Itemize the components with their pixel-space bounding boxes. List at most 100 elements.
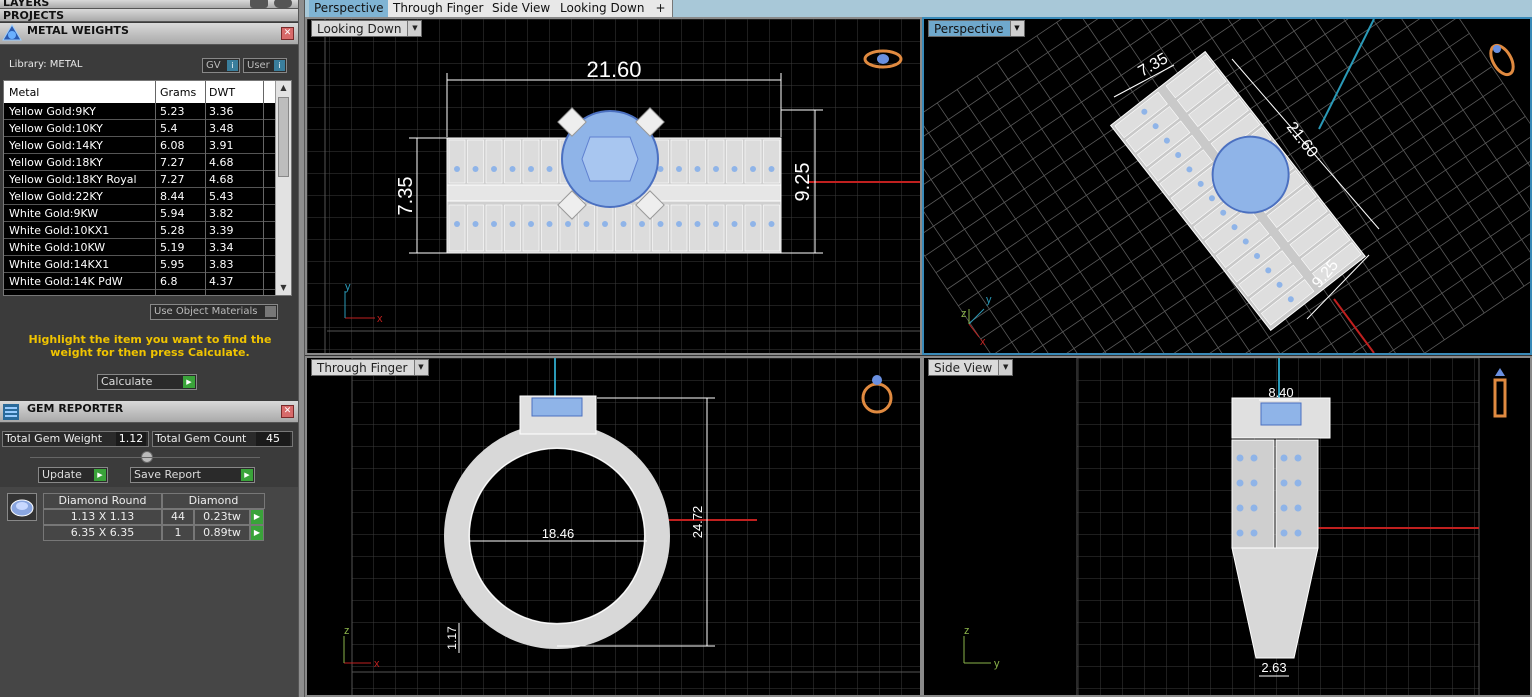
table-cell-metal: Yellow Gold:14KY [9, 139, 103, 152]
info-icon: i [227, 60, 238, 71]
viewport-menu-side-view[interactable]: Side View ▼ [928, 359, 1014, 376]
viewport-menu-perspective[interactable]: Perspective ▼ [928, 20, 1025, 37]
table-row[interactable]: White Gold:14K PdW 6.8 4.37 [4, 273, 276, 290]
viewport-side-view[interactable]: 8.40 2.63 y z Side View ▼ [922, 356, 1532, 697]
play-icon: ▶ [94, 469, 106, 481]
table-cell-grams: 8.44 [160, 190, 185, 203]
left-panel: LAYERS PROJECTS METAL WEIGHTS ✕ Library:… [0, 0, 298, 697]
viewport-perspective[interactable]: 7.35 21.60 9.25 y x z Perspective ▼ [922, 17, 1532, 355]
gem-reporter-icon [2, 403, 20, 421]
scroll-down-icon[interactable]: ▼ [276, 281, 291, 295]
dim-height-label: 24.72 [690, 506, 705, 539]
close-icon[interactable]: ✕ [281, 27, 294, 40]
dim-shank-label: 1.17 [445, 626, 459, 650]
gem-cell-count: 44 [162, 509, 194, 525]
table-cell-grams: 5.95 [160, 258, 185, 271]
gem-cell-weight: 0.23tw [194, 509, 250, 525]
table-cell-dwt: 3.91 [209, 139, 234, 152]
table-row[interactable]: White Gold:14KX1 5.95 3.83 [4, 256, 276, 273]
tab-through-finger[interactable]: Through Finger [388, 0, 490, 17]
camera-icon[interactable] [250, 0, 268, 8]
column-divider [155, 81, 156, 295]
column-header[interactable]: Grams [160, 86, 196, 99]
splitter-line [30, 457, 260, 458]
table-row[interactable]: White Gold:10KX1 5.28 3.39 [4, 222, 276, 239]
dim-left-label: 7.35 [395, 177, 417, 216]
use-object-materials-toggle[interactable]: Use Object Materials [150, 304, 278, 320]
table-cell-dwt: 3.83 [209, 258, 234, 271]
viewport-looking-down[interactable]: 21.60 7.35 9.25 x y Looking Down ▼ [305, 17, 922, 355]
axis-z-label: z [964, 625, 970, 637]
table-cell-dwt: 4.37 [209, 275, 234, 288]
table-cell-metal: Yellow Gold:9KY [9, 105, 96, 118]
metal-weights-icon [2, 24, 22, 44]
viewport-menu-looking-down[interactable]: Looking Down ▼ [311, 20, 423, 37]
play-icon: ▶ [183, 376, 195, 388]
ring-preview-icon[interactable] [1493, 368, 1507, 418]
table-cell-dwt: 3.82 [209, 207, 234, 220]
view-tab-bar: Perspective Through Finger Side View Loo… [305, 0, 1532, 17]
table-cell-grams: 5.94 [160, 207, 185, 220]
user-label: User [247, 60, 270, 71]
tab-looking-down[interactable]: Looking Down [555, 0, 651, 17]
dim-bottom-label: 2.63 [1261, 660, 1286, 675]
axis-x-label: x [377, 313, 383, 325]
play-icon: ▶ [241, 469, 253, 481]
table-row[interactable]: Yellow Gold:10KY 5.4 3.48 [4, 120, 276, 137]
metal-table[interactable]: Metal Grams DWT Yellow Gold:9KY 5.23 3.36 Y… [3, 80, 292, 296]
gem-list: Diamond Round Diamond 1.13 X 1.13 44 0.23t… [0, 487, 298, 697]
table-row[interactable]: Yellow Gold:18KY Royal 7.27 4.68 [4, 171, 276, 188]
gem-cell-count: 1 [162, 525, 194, 541]
table-cell-dwt: 3.48 [209, 122, 234, 135]
table-cell-metal: Yellow Gold:18KY [9, 156, 103, 169]
column-header[interactable]: Metal [9, 86, 39, 99]
table-row[interactable]: White Gold:9KW 5.94 3.82 [4, 205, 276, 222]
table-cell-grams: 6.08 [160, 139, 185, 152]
total-gem-weight-value: 1.12 [116, 432, 146, 446]
calculate-button[interactable]: Calculate ▶ [97, 374, 197, 390]
layers-title: LAYERS [3, 0, 50, 9]
dim-right-label: 9.25 [792, 163, 814, 202]
gem-go-button[interactable]: ▶ [250, 509, 264, 525]
add-tab-icon[interactable]: + [649, 0, 673, 17]
vertical-scrollbar[interactable]: ▲ ▼ [275, 81, 291, 295]
table-cell-metal: White Gold:9KW [9, 207, 99, 220]
user-toggle[interactable]: User i [243, 58, 287, 73]
projects-header[interactable]: PROJECTS [0, 9, 298, 22]
gem-header-cut: Diamond Round [43, 493, 162, 509]
close-icon[interactable]: ✕ [281, 405, 294, 418]
gem-cell-size: 1.13 X 1.13 [43, 509, 162, 525]
panel-splitter[interactable] [298, 0, 305, 697]
update-label: Update [42, 468, 82, 481]
gv-toggle[interactable]: GV i [202, 58, 240, 73]
table-row[interactable]: White Gold:10KW 5.19 3.34 [4, 239, 276, 256]
layers-header[interactable]: LAYERS [0, 0, 298, 9]
table-row[interactable]: Yellow Gold:18KY 7.27 4.68 [4, 154, 276, 171]
column-header[interactable]: DWT [209, 86, 235, 99]
axis-y-label: y [986, 294, 992, 306]
table-cell-grams: 5.19 [160, 241, 185, 254]
table-row[interactable]: Yellow Gold:9KY 5.23 3.36 [4, 103, 276, 120]
viewport-label: Looking Down [317, 22, 402, 36]
update-button[interactable]: Update ▶ [38, 467, 108, 483]
gem-cell-size: 6.35 X 6.35 [43, 525, 162, 541]
through-finger-canvas: 18.46 24.72 1.17 x z [343, 358, 920, 695]
eye-icon[interactable] [274, 0, 292, 8]
viewport-through-finger[interactable]: 18.46 24.72 1.17 x z Through Finger ▼ [305, 356, 922, 697]
gem-reporter-title: GEM REPORTER [27, 402, 124, 415]
scroll-thumb[interactable] [278, 97, 289, 177]
table-row[interactable]: Yellow Gold:14KY 6.08 3.91 [4, 137, 276, 154]
chevron-down-icon: ▼ [998, 360, 1013, 375]
axis-gizmo: y z [963, 625, 1000, 670]
save-report-button[interactable]: Save Report ▶ [130, 467, 255, 483]
axis-x-label: x [980, 336, 986, 348]
table-row[interactable]: Yellow Gold:22KY 8.44 5.43 [4, 188, 276, 205]
scroll-up-icon[interactable]: ▲ [276, 81, 291, 95]
tab-perspective[interactable]: Perspective [309, 0, 390, 17]
table-cell-metal: White Gold:14K PdW [9, 275, 123, 288]
gem-go-button[interactable]: ▶ [250, 525, 264, 541]
table-cell-dwt: 3.34 [209, 241, 234, 254]
viewport-menu-through-finger[interactable]: Through Finger ▼ [311, 359, 429, 376]
tab-side-view[interactable]: Side View [487, 0, 557, 17]
side-view-canvas: 8.40 2.63 y z [963, 358, 1507, 695]
